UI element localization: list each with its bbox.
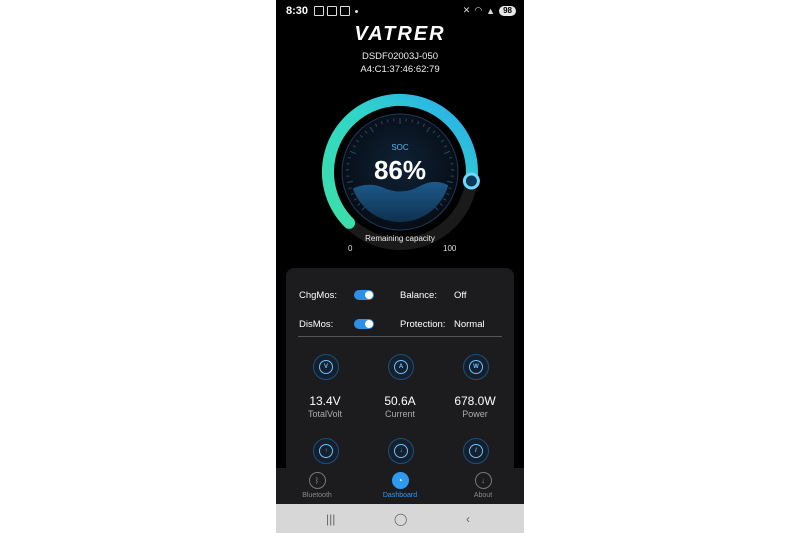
- metric-label: TotalVolt: [307, 409, 343, 419]
- nav-label: Dashboard: [382, 492, 418, 499]
- gauge-scale-max: 100: [443, 244, 457, 253]
- metric-value: 50.6A: [384, 394, 416, 408]
- home-icon[interactable]: ◯: [394, 512, 407, 526]
- protection-value: Normal: [454, 319, 485, 330]
- nav-label: About: [473, 492, 493, 499]
- chg-mos-label: ChgMos:: [299, 290, 338, 301]
- current-icon: A: [388, 354, 414, 380]
- status-panel: ChgMos: Balance: Off DisMos: Protection:…: [286, 268, 514, 472]
- status-bar: 8:30 ✕ ◠ ▲ 98: [276, 0, 524, 22]
- app-notification-icon: [327, 6, 337, 16]
- discharge-icon: ↓: [388, 438, 414, 464]
- dis-mos-label: DisMos:: [299, 319, 334, 330]
- panel-divider: [298, 336, 502, 337]
- metric-label: Current: [384, 409, 415, 419]
- nav-item-dashboard[interactable]: ◔ Dashboard: [359, 472, 441, 499]
- volt-icon: V: [313, 354, 339, 380]
- phone-screen: 8:30 ✕ ◠ ▲ 98 VATRER DSDF02003J-050 A4:C…: [276, 0, 524, 533]
- screenshot-icon: [314, 6, 324, 16]
- status-time: 8:30: [286, 5, 309, 17]
- dashboard-icon: ◔: [391, 472, 409, 489]
- nav-item-bluetooth[interactable]: ᛒ Bluetooth: [276, 472, 358, 499]
- balance-label: Balance:: [400, 290, 437, 301]
- soc-value: 86%: [373, 155, 427, 185]
- power-icon: W: [463, 354, 489, 380]
- soc-label: SOC: [391, 143, 409, 152]
- protection-label: Protection:: [400, 319, 446, 330]
- gallery-icon: [340, 6, 350, 16]
- about-icon: ↓: [474, 472, 492, 489]
- charge-icon: ↑: [313, 438, 339, 464]
- nav-label: Bluetooth: [302, 492, 332, 499]
- wifi-icon: ◠: [474, 5, 483, 15]
- dis-mos-toggle[interactable]: [354, 319, 374, 329]
- more-notifications-icon: [355, 9, 358, 13]
- balance-value: Off: [454, 290, 467, 301]
- system-nav-bar: ||| ◯ ‹: [276, 504, 524, 533]
- chg-mos-toggle[interactable]: [354, 290, 374, 300]
- status-right: ✕ ◠ ▲ 98: [463, 5, 516, 16]
- recent-apps-icon[interactable]: |||: [326, 512, 335, 526]
- app-logo: VATRER: [354, 23, 446, 45]
- battery-icon: 98: [499, 5, 516, 16]
- metric-value: 13.4V: [309, 394, 341, 408]
- bottom-nav: ᛒ Bluetooth ◔ Dashboard ↓ About: [276, 468, 524, 504]
- remaining-capacity-label: Remaining capacity: [365, 234, 435, 243]
- temperature-icon: /: [463, 438, 489, 464]
- nav-item-about[interactable]: ↓ About: [442, 472, 524, 499]
- device-name: DSDF02003J-050: [361, 51, 439, 62]
- back-icon[interactable]: ‹: [466, 512, 470, 526]
- device-mac: A4:C1:37:46:62:79: [360, 64, 440, 75]
- mute-icon: ✕: [462, 5, 471, 15]
- gauge-scale-min: 0: [348, 244, 353, 253]
- gauge-tick: [411, 119, 414, 123]
- signal-icon: ▲: [486, 5, 496, 16]
- metric-label: Power: [462, 409, 488, 419]
- bluetooth-icon: ᛒ: [308, 472, 326, 489]
- gauge-tick: [386, 119, 389, 123]
- notification-icons: [314, 6, 358, 16]
- metric-value: 678.0W: [454, 394, 496, 408]
- soc-gauge: SOC 86%: [316, 88, 484, 258]
